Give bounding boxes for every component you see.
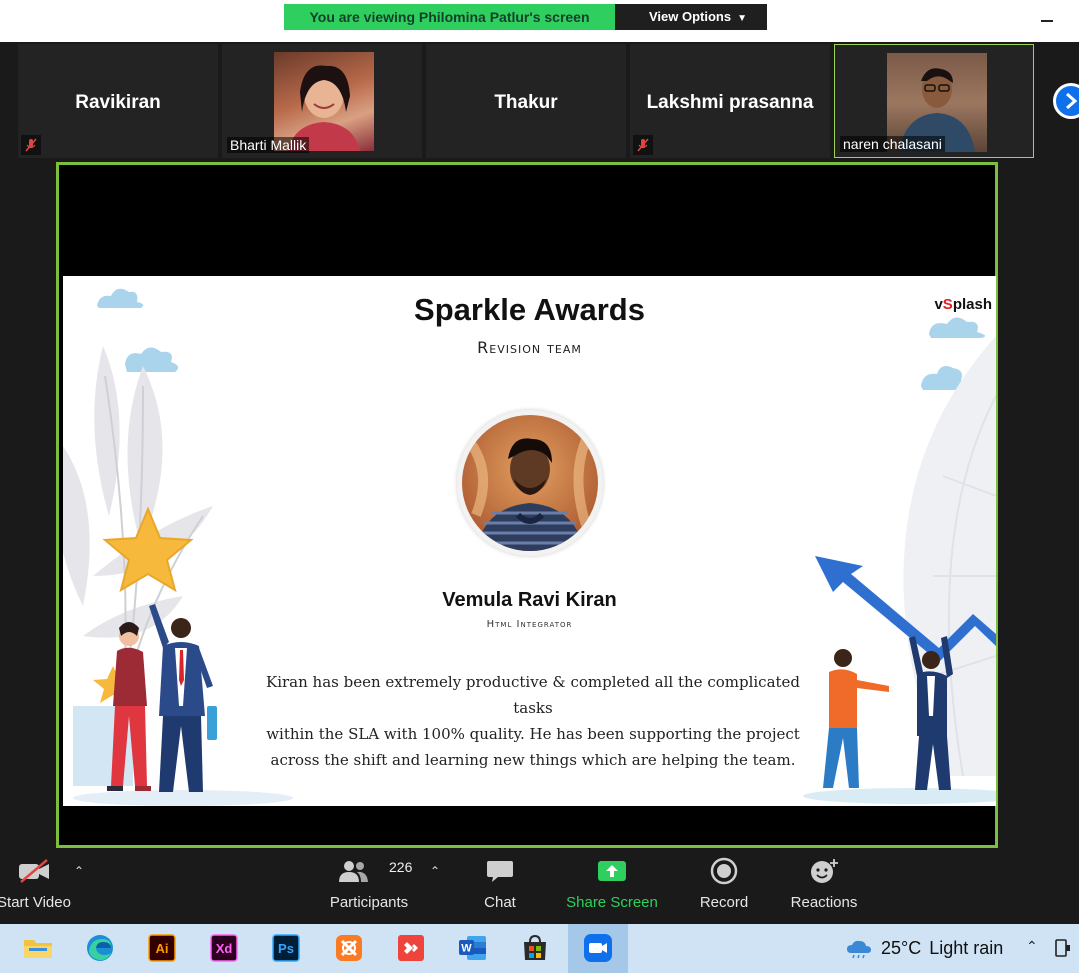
participant-name: Bharti Mallik [227,137,310,153]
participants-options-chevron-icon[interactable]: ⌃ [430,864,440,878]
chevron-up-icon[interactable]: ⌃ [1026,938,1038,955]
view-options-button[interactable]: View Options ▼ [615,4,767,30]
start-video-button[interactable]: Start Video [0,856,74,911]
slide-title: Sparkle Awards [414,292,645,327]
viewing-banner: You are viewing Philomina Patlur's scree… [284,4,767,30]
avatar-frame [457,410,603,556]
record-button[interactable]: Record [690,856,758,911]
shared-screen: Sparkle Awards Revision team vSplash Vem… [56,162,998,848]
participant-name: Ravikiran [75,92,161,113]
participant-tile[interactable]: Thakur [426,44,626,158]
brand-prefix: v [934,296,943,313]
presentation-slide: Sparkle Awards Revision team vSplash Vem… [63,276,996,806]
view-options-label: View Options [649,9,732,24]
xampp-icon[interactable] [332,931,366,965]
windows-taskbar: Ai Xd Ps W 25°C Light rain ⌃ [0,924,1079,973]
anydesk-icon[interactable] [394,931,428,965]
record-icon [690,856,758,886]
microsoft-store-icon[interactable] [518,931,552,965]
chevron-right-icon [1066,93,1078,109]
photoshop-icon[interactable]: Ps [269,931,303,965]
participant-tile-active-speaker[interactable]: naren chalasani [834,44,1034,158]
mic-muted-icon [633,135,653,155]
chat-button[interactable]: Chat [470,856,530,911]
participant-name: Thakur [494,92,558,113]
edge-browser-icon[interactable] [83,931,117,965]
weather-temperature: 25°C [881,938,922,958]
participant-name: naren chalasani [840,136,945,152]
weather-description: Light rain [929,938,1004,958]
brand-s: S [942,296,953,313]
chevron-down-icon: ▼ [737,13,748,24]
word-label: W [461,943,472,955]
share-screen-icon [562,856,662,886]
award-description: Kiran has been extremely productive & co… [263,669,803,773]
xd-icon[interactable]: Xd [207,931,241,965]
video-off-icon [0,856,74,886]
awardee-role: Html Integrator [486,619,573,630]
chat-icon [470,856,530,886]
participant-strip: Ravikiran Bharti Mallik Thakur Lakshmi p… [0,42,1079,160]
participant-tile[interactable]: Bharti Mallik [222,44,422,158]
window-titlebar: You are viewing Philomina Patlur's scree… [0,0,1079,42]
rain-cloud-icon [847,940,871,958]
next-page-button[interactable] [1053,83,1079,119]
participants-label: Participants [329,894,409,911]
chat-label: Chat [484,894,516,911]
share-screen-button[interactable]: Share Screen [562,856,662,911]
mic-muted-icon [21,135,41,155]
brand-logo: vSplash [934,296,992,313]
weather-widget[interactable]: 25°C Light rain [845,938,1003,959]
illustrator-label: Ai [156,941,169,956]
video-options-chevron-icon[interactable]: ⌃ [74,864,84,878]
viewing-message: You are viewing Philomina Patlur's scree… [284,4,615,30]
meeting-toolbar: Start Video ⌃ Participants 226 ⌃ Chat Sh… [0,848,1079,914]
participant-tile[interactable]: Lakshmi prasanna [630,44,830,158]
reactions-label: Reactions [790,894,858,911]
minimize-icon[interactable] [1041,20,1053,22]
awardee-name: Vemula Ravi Kiran [442,589,617,611]
zoom-app-icon[interactable] [581,931,615,965]
tray-device-icon[interactable] [1048,931,1078,965]
slide-subtitle: Revision team [477,338,582,357]
brand-suffix: plash [952,296,992,313]
reactions-icon [784,856,864,886]
participant-tile[interactable]: Ravikiran [18,44,218,158]
start-video-label: Start Video [0,894,71,911]
description-line: Kiran has been extremely productive & co… [265,673,801,717]
record-label: Record [699,894,749,911]
avatar [462,415,598,551]
xd-label: Xd [216,941,233,956]
description-line: within the SLA with 100% quality. He has… [266,725,800,743]
reactions-button[interactable]: Reactions [784,856,864,911]
photoshop-label: Ps [278,941,294,956]
file-explorer-icon[interactable] [21,931,55,965]
word-icon[interactable]: W [456,931,490,965]
description-line: across the shift and learning new things… [270,751,796,769]
participant-name: Lakshmi prasanna [646,92,814,113]
share-screen-label: Share Screen [566,894,658,911]
participants-count: 226 [389,859,413,875]
illustrator-icon[interactable]: Ai [145,931,179,965]
